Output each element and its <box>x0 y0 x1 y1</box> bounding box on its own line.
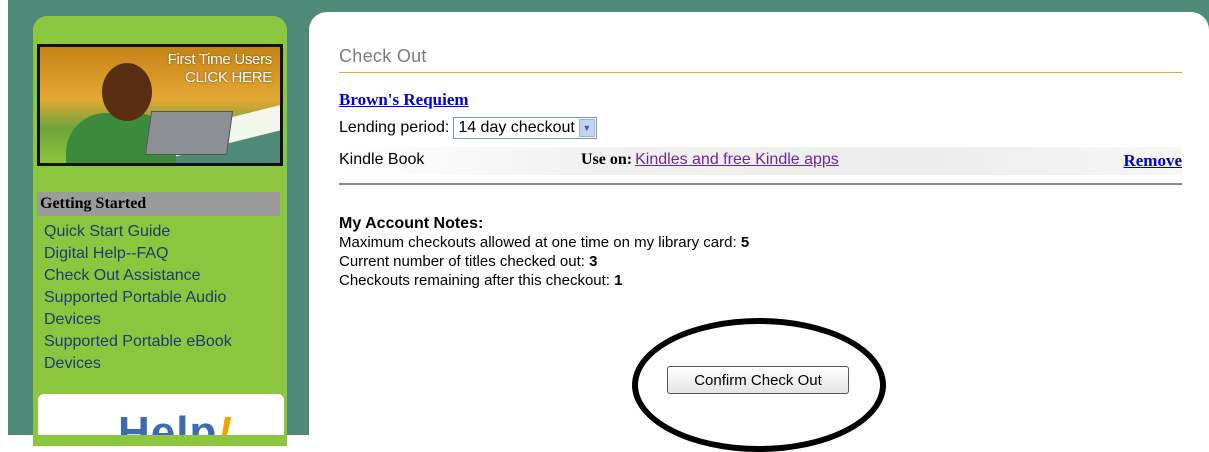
lending-period-value: 14 day checkout <box>458 119 575 136</box>
banner-line2: CLICK HERE <box>184 69 272 86</box>
notes-remaining-value: 1 <box>614 272 623 289</box>
book-title-link[interactable]: Brown's Requiem <box>339 90 469 110</box>
lending-period-label: Lending period: <box>339 119 450 136</box>
help-logo-word: Help <box>118 408 218 435</box>
sidebar-link-digital-help-faq[interactable]: Digital Help--FAQ <box>44 243 280 265</box>
sidebar-links: Quick Start Guide Digital Help--FAQ Chec… <box>44 221 280 375</box>
help-logo-bang: ! <box>217 408 234 435</box>
person-illustration-head <box>102 63 152 121</box>
notes-max-checkouts: Maximum checkouts allowed at one time on… <box>339 233 749 252</box>
chevron-down-icon[interactable]: ▼ <box>578 119 595 137</box>
format-name: Kindle Book <box>339 151 425 168</box>
notes-current-value: 3 <box>589 253 598 270</box>
sidebar-link-check-out-assistance[interactable]: Check Out Assistance <box>44 265 280 287</box>
notes-remaining-label: Checkouts remaining after this checkout: <box>339 272 610 289</box>
help-banner[interactable]: Help! <box>38 394 284 435</box>
account-notes: My Account Notes: Maximum checkouts allo… <box>339 214 749 290</box>
getting-started-header: Getting Started <box>37 192 280 216</box>
use-on: Use on: Kindles and free Kindle apps <box>581 151 839 169</box>
format-divider <box>339 183 1182 185</box>
help-logo: Help! <box>118 408 233 435</box>
notes-current-label: Current number of titles checked out: <box>339 253 585 270</box>
lending-period-row: Lending period: 14 day checkout ▼ <box>339 117 597 139</box>
banner-text: First Time Users CLICK HERE <box>167 51 273 87</box>
remove-link[interactable]: Remove <box>1123 151 1182 171</box>
laptop-illustration <box>144 111 234 155</box>
title-divider <box>339 72 1182 73</box>
notes-current-checkouts: Current number of titles checked out: 3 <box>339 252 749 271</box>
notes-max-value: 5 <box>740 234 750 251</box>
use-on-link[interactable]: Kindles and free Kindle apps <box>635 151 839 168</box>
sidebar-link-quick-start-guide[interactable]: Quick Start Guide <box>44 221 280 243</box>
lending-period-select[interactable]: 14 day checkout ▼ <box>453 117 597 139</box>
sidebar-link-supported-ebook-devices[interactable]: Supported Portable eBook Devices <box>44 331 280 375</box>
banner-line1: First Time Users <box>167 51 273 68</box>
confirm-check-out-button[interactable]: Confirm Check Out <box>667 366 849 394</box>
page-title: Check Out <box>339 46 427 66</box>
first-time-users-banner[interactable]: First Time Users CLICK HERE <box>37 44 283 166</box>
format-row: Kindle Book Use on: Kindles and free Kind… <box>339 147 1182 175</box>
notes-remaining-checkouts: Checkouts remaining after this checkout:… <box>339 271 749 290</box>
use-on-label: Use on: <box>581 151 633 168</box>
sidebar-link-supported-audio-devices[interactable]: Supported Portable Audio Devices <box>44 287 280 331</box>
notes-title: My Account Notes: <box>339 215 484 232</box>
notes-max-label: Maximum checkouts allowed at one time on… <box>339 234 737 251</box>
